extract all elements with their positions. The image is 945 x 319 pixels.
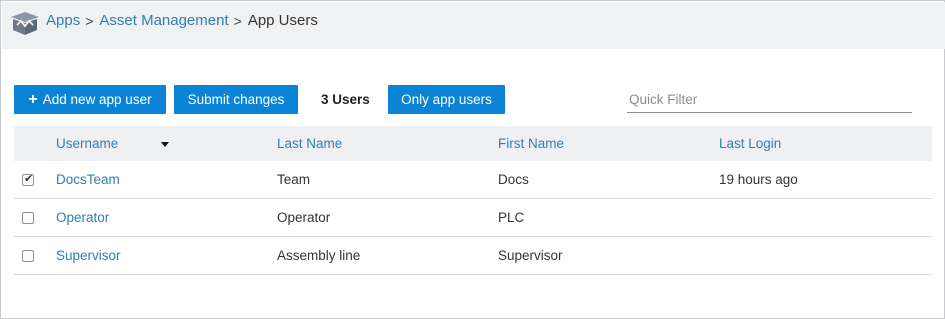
first-name-cell: PLC [498,210,525,225]
column-header-last-name[interactable]: Last Name [277,136,342,151]
checkmark-icon: ✔ [24,173,34,185]
last-name-cell: Operator [277,210,331,225]
last-name-cell: Team [277,172,311,187]
table-header: Username Last Name First Name Last Login [14,126,932,161]
column-header-label: Username [56,136,119,151]
submit-changes-button[interactable]: Submit changes [174,85,298,114]
breadcrumb-apps[interactable]: Apps [46,12,80,29]
first-name-cell: Docs [498,172,529,187]
sort-descending-icon [161,142,169,147]
top-bar: Apps > Asset Management > App Users [2,2,945,49]
add-app-user-label: Add new app user [42,92,152,107]
row-checkbox[interactable]: ✔ [22,173,34,186]
only-app-users-button[interactable]: Only app users [388,85,505,114]
column-header-last-login[interactable]: Last Login [719,136,781,151]
last-name-cell: Assembly line [277,248,361,263]
breadcrumb-app-users: App Users [247,12,318,29]
row-checkbox[interactable]: ✔ [22,212,34,224]
row-checkbox[interactable]: ✔ [22,250,34,262]
first-name-cell: Supervisor [498,248,563,263]
user-count: 3 Users [321,92,370,107]
username-link[interactable]: Operator [56,210,109,225]
table-row: ✔ Operator Operator PLC [14,199,932,237]
breadcrumb: Apps > Asset Management > App Users [46,12,318,29]
username-link[interactable]: Supervisor [56,248,121,263]
app-window: Apps > Asset Management > App Users + Add… [0,0,945,319]
quick-filter-input[interactable] [627,87,912,113]
table-row: ✔ Supervisor Assembly line Supervisor [14,237,932,275]
breadcrumb-asset-management[interactable]: Asset Management [99,12,228,29]
open-box-icon [11,12,39,35]
breadcrumb-separator: > [233,12,242,29]
breadcrumb-separator: > [85,12,94,29]
add-app-user-button[interactable]: + Add new app user [14,85,166,114]
users-table: Username Last Name First Name Last Login… [14,126,932,275]
plus-icon: + [28,91,38,108]
last-login-cell: 19 hours ago [719,172,798,187]
table-row: ✔ DocsTeam Team Docs 19 hours ago [14,161,932,199]
column-header-first-name[interactable]: First Name [498,136,564,151]
column-header-username[interactable]: Username [56,136,169,151]
username-link[interactable]: DocsTeam [56,172,120,187]
